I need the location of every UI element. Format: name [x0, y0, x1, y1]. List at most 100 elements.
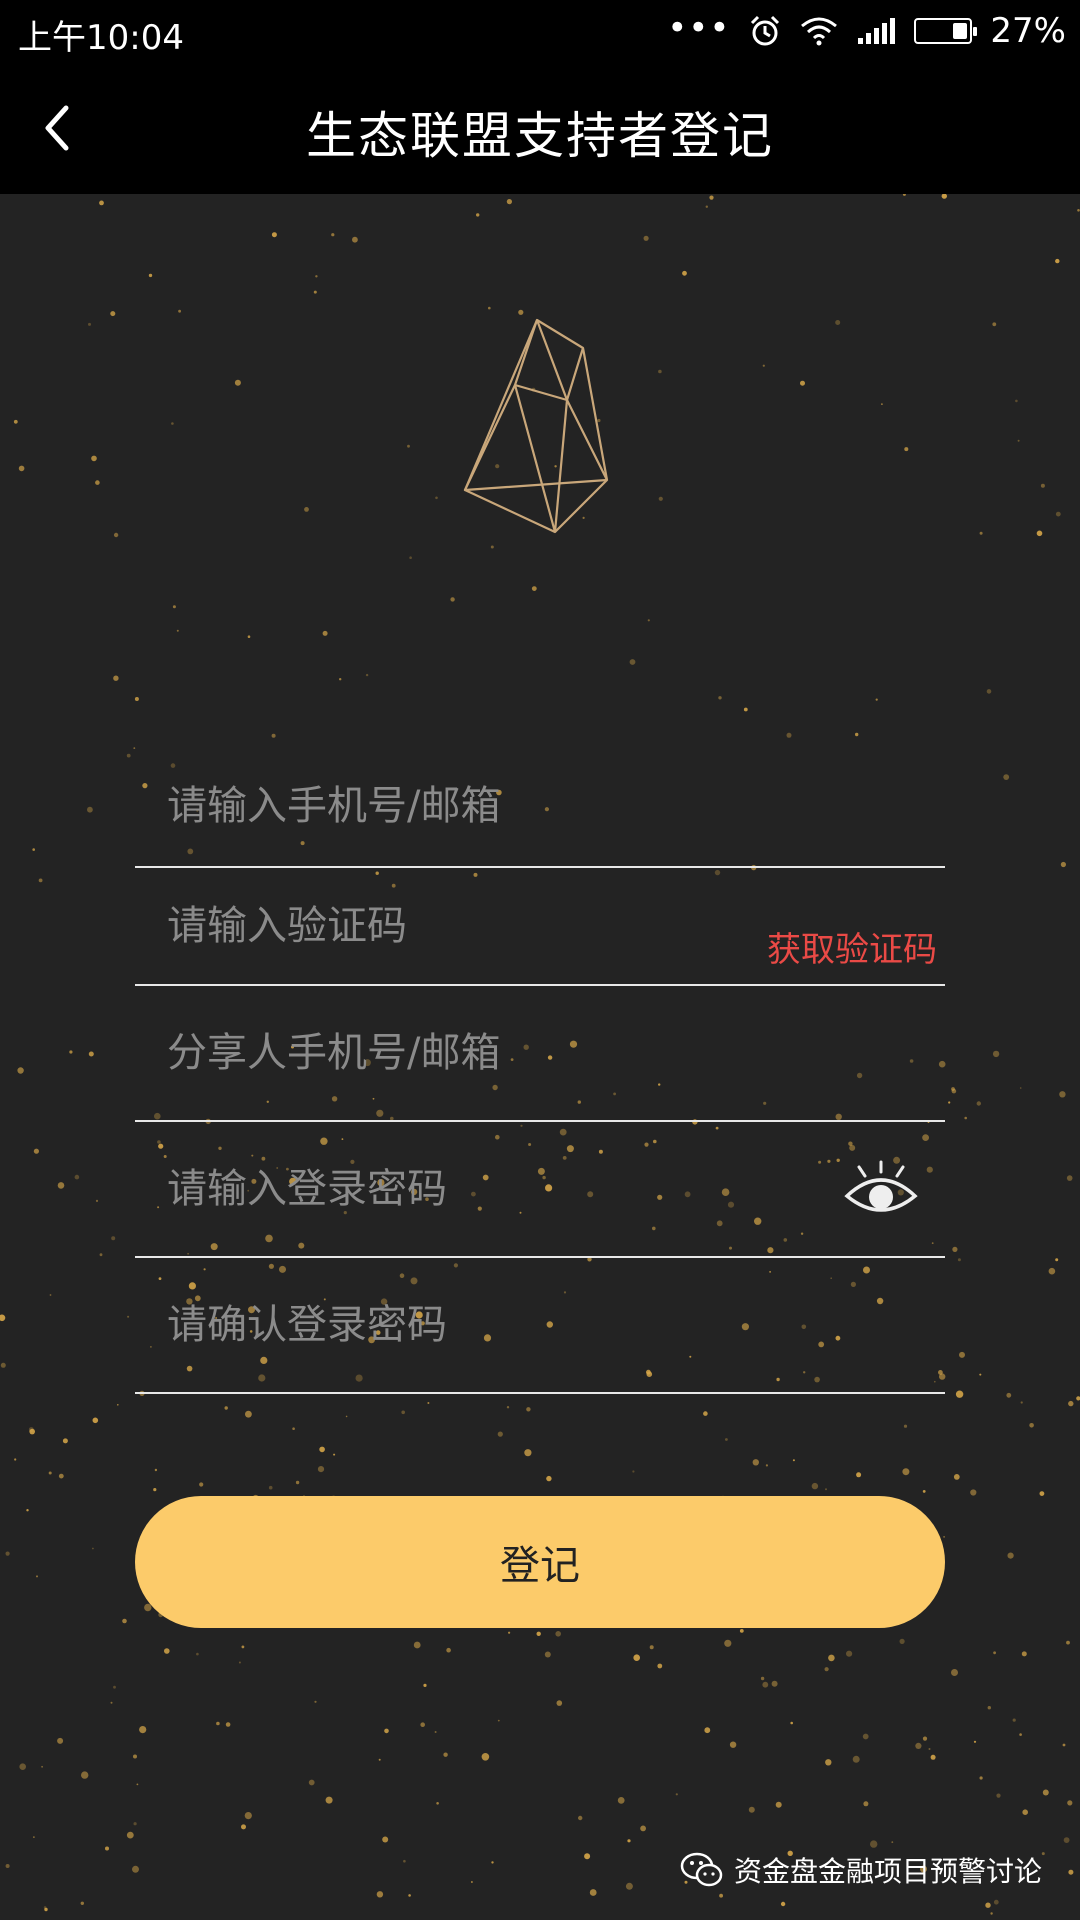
- particle: [1040, 483, 1045, 488]
- particle: [32, 848, 35, 851]
- particle: [902, 194, 906, 196]
- particle: [762, 364, 765, 367]
- particle: [952, 1246, 958, 1252]
- verification-code-field: 获取验证码: [135, 868, 945, 986]
- particle: [113, 675, 119, 681]
- particle: [295, 1480, 300, 1485]
- confirm-password-field: [135, 1258, 945, 1394]
- particle: [1062, 1743, 1066, 1747]
- alarm-icon: [751, 15, 780, 46]
- particle: [649, 1645, 654, 1650]
- particle: [126, 1831, 134, 1839]
- particle: [95, 1199, 99, 1202]
- particle: [476, 213, 480, 217]
- particle: [92, 1547, 94, 1550]
- particle: [632, 1470, 635, 1473]
- particle: [951, 1669, 958, 1676]
- particle: [41, 1765, 43, 1768]
- particle: [846, 1650, 853, 1657]
- particle: [403, 1859, 406, 1863]
- particle: [506, 1406, 510, 1409]
- watermark-text: 资金盘金融项目预警讨论: [733, 1855, 1042, 1888]
- particle: [1020, 1401, 1023, 1404]
- particle: [739, 1629, 744, 1633]
- particle: [524, 1449, 532, 1457]
- particle: [69, 1050, 73, 1054]
- particle: [953, 1474, 960, 1480]
- particle: [986, 689, 992, 694]
- register-button[interactable]: 登记: [135, 1496, 945, 1628]
- particle: [870, 1840, 878, 1848]
- particle: [709, 195, 714, 200]
- particle: [0, 1314, 6, 1322]
- particle: [985, 1902, 991, 1908]
- particle: [333, 1453, 336, 1456]
- particle: [401, 1410, 406, 1415]
- particle: [790, 1721, 793, 1725]
- particle: [80, 1901, 85, 1906]
- watermark: 资金盘金融项目预警讨论: [680, 1850, 1042, 1890]
- particle: [993, 1899, 999, 1905]
- particle: [915, 1742, 922, 1749]
- referrer-input[interactable]: [135, 986, 945, 1120]
- particle: [407, 444, 410, 448]
- particle: [633, 1654, 640, 1661]
- status-time: 上午10:04: [18, 18, 184, 58]
- particle: [314, 1700, 317, 1703]
- particle: [973, 1740, 977, 1743]
- particle: [304, 507, 309, 512]
- particle: [1007, 1552, 1014, 1559]
- particle: [718, 696, 722, 700]
- phone-email-input[interactable]: [135, 740, 945, 866]
- particle: [450, 597, 455, 602]
- particle: [153, 1488, 157, 1492]
- particle: [556, 1700, 563, 1706]
- particle: [308, 1779, 315, 1786]
- particle: [408, 1894, 411, 1897]
- particle: [471, 1881, 473, 1883]
- status-bar: 上午10:04 ••• 27%: [0, 0, 1080, 62]
- eye-icon[interactable]: [843, 1158, 919, 1220]
- particle: [526, 1407, 531, 1412]
- get-code-button[interactable]: 获取验证码: [767, 922, 937, 971]
- particle: [322, 630, 328, 636]
- particle: [216, 1721, 220, 1726]
- particle: [1055, 258, 1060, 264]
- particle: [134, 697, 139, 701]
- particle: [1066, 1175, 1073, 1181]
- particle: [384, 1728, 389, 1734]
- password-input[interactable]: [135, 1122, 945, 1256]
- particle: [33, 1148, 40, 1154]
- particle: [964, 1116, 967, 1120]
- particle: [241, 1645, 245, 1649]
- particle: [555, 1631, 561, 1637]
- particle: [26, 1509, 29, 1512]
- particle: [824, 1667, 829, 1672]
- particle: [1060, 861, 1066, 868]
- particle: [95, 480, 100, 485]
- particle: [748, 1806, 755, 1813]
- particle: [382, 1836, 389, 1843]
- particle: [928, 1748, 931, 1750]
- particle: [110, 1701, 113, 1704]
- particle: [862, 1733, 869, 1740]
- particle: [987, 1706, 991, 1710]
- particle: [979, 1776, 983, 1780]
- particle: [113, 1685, 116, 1689]
- particle: [19, 1763, 27, 1770]
- confirm-password-input[interactable]: [135, 1258, 945, 1392]
- particle: [247, 635, 251, 638]
- particle: [979, 1373, 982, 1376]
- particle: [497, 1431, 503, 1437]
- particle: [729, 1741, 737, 1748]
- particle: [413, 1641, 421, 1649]
- particle: [234, 379, 241, 386]
- particle: [339, 678, 342, 681]
- particle: [875, 698, 878, 701]
- particle: [127, 1315, 130, 1318]
- particle: [43, 1906, 47, 1909]
- particle: [993, 1651, 996, 1655]
- particle: [446, 1647, 451, 1653]
- particle: [58, 1473, 64, 1479]
- particle: [835, 320, 841, 325]
